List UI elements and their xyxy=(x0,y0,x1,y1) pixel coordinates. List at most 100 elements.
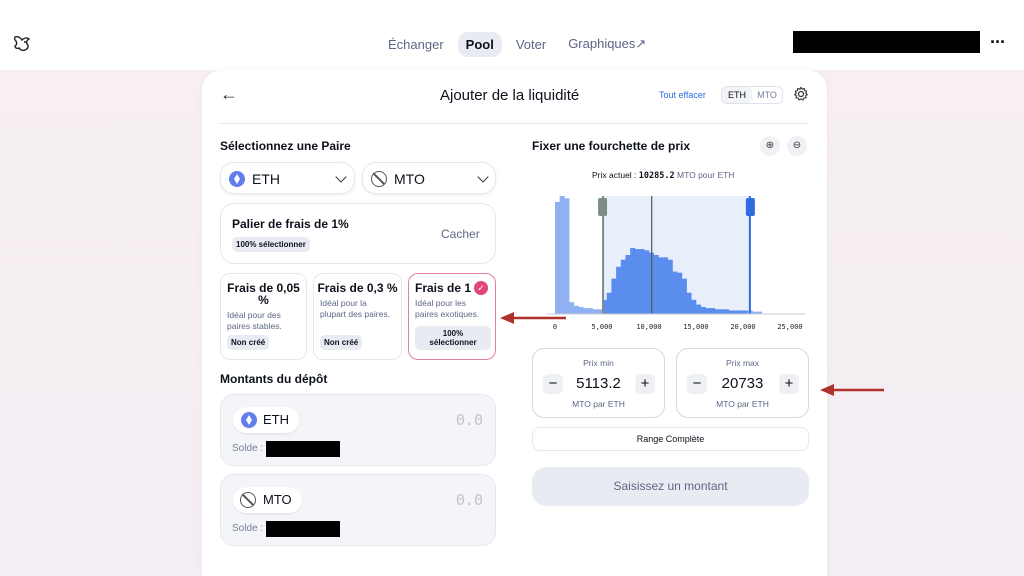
liquidity-histogram[interactable]: 0 5,000 10,000 15,000 20,000 25,000 xyxy=(540,188,810,336)
liquidity-bar xyxy=(733,310,739,314)
enter-amount-button[interactable]: Saisissez un montant xyxy=(532,467,809,506)
x-tick-label: 10,000 xyxy=(636,323,661,331)
liquidity-bar xyxy=(696,304,701,314)
liquidity-bar xyxy=(743,310,748,314)
current-price-label: Prix actuel : xyxy=(592,170,637,180)
no-token-icon xyxy=(240,492,256,508)
token-b-label: MTO xyxy=(394,171,425,187)
liquidity-bar xyxy=(672,271,678,314)
liquidity-bar xyxy=(583,308,589,314)
liquidity-bar xyxy=(710,308,716,314)
liquidity-bar xyxy=(714,309,720,314)
max-price-unit: MTO par ETH xyxy=(716,399,769,409)
liquidity-bar xyxy=(606,292,612,314)
price-unit-toggle[interactable]: ETH MTO xyxy=(721,86,783,104)
liquidity-bar xyxy=(630,247,636,314)
fee-option-title: Frais de 0,3 % xyxy=(317,281,398,295)
fee-option-005[interactable]: Frais de 0,05 % Idéal pour des paires st… xyxy=(220,273,307,360)
deposit-input-eth[interactable]: ETH 0.0 Solde : xyxy=(220,394,496,466)
toggle-eth[interactable]: ETH xyxy=(722,87,752,103)
nav-charts[interactable]: Graphiques↗ xyxy=(560,31,654,57)
min-price-unit: MTO par ETH xyxy=(572,399,625,409)
price-range-heading: Fixer une fourchette de prix xyxy=(532,139,691,153)
liquidity-bar xyxy=(559,196,565,314)
max-price-increment-button[interactable]: + xyxy=(779,374,799,394)
liquidity-bar xyxy=(667,259,673,314)
fee-option-badge: Non créé xyxy=(320,335,363,350)
liquidity-bar xyxy=(639,249,645,314)
fee-option-desc: Idéal pour la plupart des paires. xyxy=(320,298,390,319)
fee-option-desc: Idéal pour les paires exotiques. xyxy=(415,298,480,319)
liquidity-bar xyxy=(691,299,697,314)
fee-option-1[interactable]: Frais de 1 % Idéal pour les paires exoti… xyxy=(408,273,496,360)
liquidity-bar xyxy=(719,309,725,314)
liquidity-bar xyxy=(663,257,669,314)
token-chip-label: MTO xyxy=(263,492,292,507)
x-tick-label: 20,000 xyxy=(730,323,755,331)
max-price-label: Prix max xyxy=(725,358,760,368)
fee-tier-title: Palier de frais de 1% xyxy=(232,217,349,231)
amount-input[interactable]: 0.0 xyxy=(456,491,483,509)
fee-tier-badge: 100% sélectionner xyxy=(232,237,310,252)
fee-tier-summary: Palier de frais de 1% 100% sélectionner … xyxy=(220,203,496,264)
clear-all-button[interactable]: Tout effacer xyxy=(659,90,706,100)
gear-icon[interactable] xyxy=(793,86,809,102)
zoom-out-icon[interactable]: ⊖ xyxy=(787,136,807,156)
liquidity-bar xyxy=(700,306,706,314)
fee-option-desc: Idéal pour des paires stables. xyxy=(227,310,282,331)
more-menu-icon[interactable]: ··· xyxy=(990,32,1006,53)
fee-option-03[interactable]: Frais de 0,3 % Idéal pour la plupart des… xyxy=(313,273,402,360)
header-divider xyxy=(220,123,808,124)
token-chip-mto[interactable]: MTO xyxy=(233,487,302,513)
min-price-increment-button[interactable]: + xyxy=(635,374,655,394)
no-token-icon xyxy=(371,171,387,187)
current-price-value: 10285.2 xyxy=(638,171,675,181)
page-title: Ajouter de la liquidité xyxy=(440,87,580,104)
amount-input[interactable]: 0.0 xyxy=(456,411,483,429)
liquidity-bar xyxy=(724,309,730,314)
token-a-label: ETH xyxy=(252,171,280,187)
fee-option-title: Frais de 0,05 % xyxy=(227,281,300,307)
liquidity-bar xyxy=(587,308,593,314)
deposit-heading: Montants du dépôt xyxy=(220,372,328,386)
main-nav: Échanger Pool Voter Graphiques↗ xyxy=(380,31,654,57)
full-range-button[interactable]: Range Complète xyxy=(532,427,809,451)
liquidity-bar xyxy=(705,308,711,314)
deposit-input-mto[interactable]: MTO 0.0 Solde : xyxy=(220,474,496,546)
current-price: Prix actuel : 10285.2 MTO pour ETH xyxy=(592,170,734,181)
liquidity-bar xyxy=(564,198,570,314)
liquidity-bar xyxy=(677,272,683,314)
liquidity-bar xyxy=(681,278,687,314)
uniswap-logo-icon[interactable] xyxy=(12,34,32,52)
token-chip-label: ETH xyxy=(263,412,289,427)
fee-option-badge: 100% sélectionner xyxy=(415,326,491,350)
liquidity-bar xyxy=(573,305,579,314)
nav-pool[interactable]: Pool xyxy=(457,31,502,57)
max-price-box: Prix max − 20733 + MTO par ETH xyxy=(676,348,809,418)
zoom-in-icon[interactable]: ⊕ xyxy=(760,136,780,156)
redacted-balance xyxy=(266,441,340,457)
nav-vote[interactable]: Voter xyxy=(508,32,554,57)
back-arrow-icon[interactable]: ← xyxy=(220,84,238,105)
liquidity-bar xyxy=(625,255,631,314)
toggle-mto[interactable]: MTO xyxy=(752,87,782,103)
top-nav-bar: Échanger Pool Voter Graphiques↗ ··· xyxy=(0,0,1024,70)
token-a-select[interactable]: ETH xyxy=(220,162,355,194)
nav-swap[interactable]: Échanger xyxy=(380,32,452,57)
liquidity-bar xyxy=(728,310,734,314)
hide-fee-tiers-button[interactable]: Cacher xyxy=(441,227,480,241)
liquidity-bar xyxy=(611,278,617,314)
redacted-wallet-address[interactable] xyxy=(793,31,980,53)
check-icon: ✓ xyxy=(474,281,488,295)
annotation-arrow-left xyxy=(820,384,884,396)
x-tick-label: 5,000 xyxy=(591,323,612,331)
x-tick-label: 25,000 xyxy=(777,323,802,331)
pair-heading: Sélectionnez une Paire xyxy=(220,139,351,153)
token-b-select[interactable]: MTO xyxy=(362,162,496,194)
chevron-down-icon xyxy=(335,171,347,183)
balance-label: Solde : xyxy=(232,443,264,454)
liquidity-bar xyxy=(644,250,650,314)
min-price-box: Prix min − 5113.2 + MTO par ETH xyxy=(532,348,665,418)
liquidity-bar xyxy=(578,306,584,314)
token-chip-eth[interactable]: ETH xyxy=(233,407,299,433)
